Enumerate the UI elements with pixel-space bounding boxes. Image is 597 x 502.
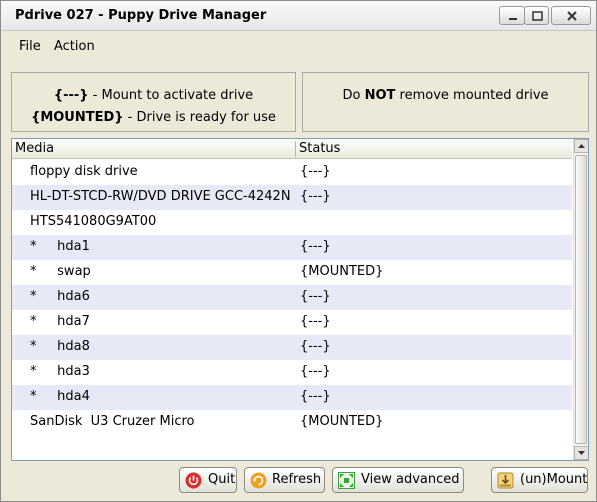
quit-label: Quit (208, 472, 236, 487)
table-row[interactable]: HTS541080G9AT00 (12, 210, 572, 235)
column-divider[interactable] (295, 141, 296, 157)
arrow-up-icon (578, 144, 585, 148)
vertical-scrollbar[interactable] (573, 139, 588, 460)
media-cell: HTS541080G9AT00 (30, 214, 157, 229)
status-cell: {MOUNTED} (300, 414, 384, 429)
mount-label: (un)Mount (520, 472, 588, 487)
status-cell: {---} (300, 364, 331, 379)
warning-text: Do NOT remove mounted drive (303, 88, 588, 103)
legend-mounted: {MOUNTED} - Drive is ready for use (12, 110, 295, 125)
title-bar[interactable]: Pdrive 027 - Puppy Drive Manager (1, 1, 596, 31)
media-cell: SanDisk U3 Cruzer Micro (30, 414, 195, 429)
mount-button[interactable]: (un)Mount (491, 467, 588, 493)
legend-mounted-symbol: {MOUNTED} (31, 110, 124, 125)
media-cell: * hda1 (30, 239, 90, 254)
refresh-label: Refresh (272, 472, 322, 487)
table-row[interactable]: HL-DT-STCD-RW/DVD DRIVE GCC-4242N {---} (12, 185, 572, 210)
legend-panel: {---} - Mount to activate drive {MOUNTED… (11, 72, 296, 132)
table-row[interactable]: * hda3 {---} (12, 360, 572, 385)
menu-action[interactable]: Action (54, 39, 95, 54)
media-cell: * swap (30, 264, 91, 279)
scrollbar-thumb[interactable] (575, 155, 587, 444)
table-row[interactable]: * swap {MOUNTED} (12, 260, 572, 285)
warning-emphasis: NOT (364, 88, 396, 103)
legend-mounted-text: - Drive is ready for use (123, 110, 276, 125)
view-advanced-label: View advanced (361, 472, 460, 487)
column-header-media[interactable]: Media (15, 141, 54, 156)
warning-prefix: Do (342, 88, 365, 103)
refresh-button[interactable]: Refresh (244, 467, 325, 493)
close-icon (567, 11, 577, 21)
scroll-down-button[interactable] (574, 446, 588, 460)
expand-icon (338, 472, 355, 489)
media-cell: * hda6 (30, 289, 90, 304)
status-cell: {---} (300, 239, 331, 254)
legend-unmounted-text: - Mount to activate drive (88, 88, 254, 103)
table-row[interactable]: * hda6 {---} (12, 285, 572, 310)
table-row[interactable]: * hda8 {---} (12, 335, 572, 360)
view-advanced-button[interactable]: View advanced (332, 467, 464, 493)
drive-icon (497, 472, 514, 489)
media-list[interactable]: Media Status floppy disk drive {---} HL-DT… (11, 138, 589, 461)
status-cell: {---} (300, 389, 331, 404)
table-row[interactable]: SanDisk U3 Cruzer Micro {MOUNTED} (12, 410, 572, 435)
maximize-button[interactable] (524, 6, 549, 25)
arrow-down-icon (578, 451, 585, 455)
status-cell: {---} (300, 189, 331, 204)
list-rows: floppy disk drive {---} HL-DT-STCD-RW/DVD … (12, 160, 572, 435)
warning-suffix: remove mounted drive (395, 88, 549, 103)
media-cell: * hda7 (30, 314, 90, 329)
refresh-icon (250, 472, 267, 489)
table-row[interactable]: * hda4 {---} (12, 385, 572, 410)
menu-file[interactable]: File (19, 39, 41, 54)
media-cell: * hda8 (30, 339, 90, 354)
status-cell: {MOUNTED} (300, 264, 384, 279)
media-cell: floppy disk drive (30, 164, 138, 179)
media-cell: * hda4 (30, 389, 90, 404)
table-row[interactable]: * hda7 {---} (12, 310, 572, 335)
maximize-icon (532, 11, 543, 21)
warning-panel: Do NOT remove mounted drive (302, 72, 589, 132)
status-cell: {---} (300, 164, 331, 179)
legend-unmounted: {---} - Mount to activate drive (12, 88, 295, 103)
window-title: Pdrive 027 - Puppy Drive Manager (15, 8, 267, 23)
minimize-icon (509, 18, 517, 20)
table-row[interactable]: floppy disk drive {---} (12, 160, 572, 185)
status-cell: {---} (300, 314, 331, 329)
power-icon (185, 472, 202, 489)
minimize-button[interactable] (499, 6, 525, 25)
menu-bar: File Action (1, 32, 596, 59)
close-button[interactable] (551, 6, 591, 25)
table-row[interactable]: * hda1 {---} (12, 235, 572, 260)
media-cell: HL-DT-STCD-RW/DVD DRIVE GCC-4242N (30, 189, 291, 204)
quit-button[interactable]: Quit (179, 467, 237, 493)
list-header: Media Status (12, 139, 572, 159)
media-cell: * hda3 (30, 364, 90, 379)
app-window: Pdrive 027 - Puppy Drive Manager File Ac… (0, 0, 597, 502)
scroll-up-button[interactable] (574, 139, 588, 153)
legend-unmounted-symbol: {---} (53, 88, 89, 103)
status-cell: {---} (300, 339, 331, 354)
status-cell: {---} (300, 289, 331, 304)
column-header-status[interactable]: Status (299, 141, 340, 156)
